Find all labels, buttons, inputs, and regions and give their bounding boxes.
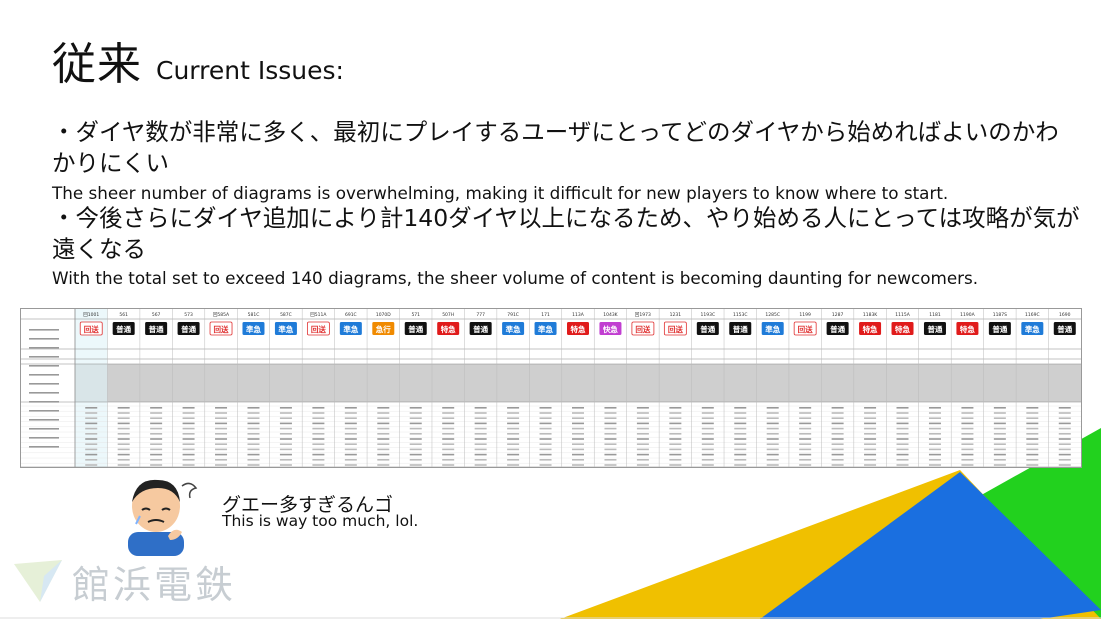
- train-type-label: 普通: [1057, 324, 1073, 334]
- train-number-label: 1183K: [863, 312, 878, 318]
- train-number-label: 691C: [345, 312, 357, 318]
- timetable-grid: 回1001 回送 561 普通 567 普通 573 普通 回585A 回送 581C 準急 587C 準…: [21, 309, 1081, 467]
- train-number-label: 587C: [280, 312, 292, 318]
- train-number-label: 回1001: [83, 312, 99, 318]
- train-number-label: 777: [476, 312, 485, 318]
- train-type-label: 回送: [798, 324, 813, 334]
- train-type-label: 普通: [408, 324, 423, 334]
- slide-title: 従来 Current Issues:: [52, 28, 344, 92]
- train-number-label: 567: [152, 312, 161, 318]
- train-number-label: 1153C: [733, 312, 748, 318]
- train-type-label: 普通: [733, 324, 748, 334]
- train-type-label: 準急: [278, 324, 293, 334]
- train-number-label: 507H: [442, 312, 454, 318]
- train-type-label: 準急: [765, 324, 780, 334]
- train-type-label: 普通: [992, 324, 1007, 334]
- train-number-label: 1285C: [765, 312, 780, 318]
- train-number-label: 回585A: [213, 312, 230, 318]
- train-number-label: 581C: [248, 312, 260, 318]
- train-number-label: 171: [541, 312, 550, 318]
- train-type-label: 特急: [863, 324, 878, 334]
- train-type-label: 普通: [181, 324, 196, 334]
- train-number-label: 1199: [799, 312, 811, 318]
- slide: 従来 Current Issues: ・ダイヤ数が非常に多く、最初にプレイするユ…: [0, 0, 1101, 619]
- bullet-2-en: With the total set to exceed 140 diagram…: [52, 268, 979, 288]
- train-type-label: 普通: [830, 324, 845, 334]
- train-number-label: 573: [184, 312, 193, 318]
- train-type-label: 回送: [84, 324, 99, 334]
- train-number-label: 回511A: [310, 312, 327, 318]
- train-number-label: 571: [411, 312, 420, 318]
- train-number-label: 1187S: [993, 312, 1007, 318]
- train-type-label: 回送: [214, 324, 229, 334]
- confused-character-illustration: [128, 479, 198, 556]
- train-type-label: 特急: [960, 324, 975, 334]
- train-type-label: 普通: [927, 324, 942, 334]
- speech-english: This is way too much, lol.: [222, 512, 419, 530]
- train-number-label: 1115A: [895, 312, 910, 318]
- train-number-label: 1190A: [960, 312, 975, 318]
- train-type-label: 回送: [311, 324, 326, 334]
- train-number-label: 1070D: [376, 312, 391, 318]
- train-type-label: 特急: [441, 324, 456, 334]
- bullet-1-jp: ・ダイヤ数が非常に多く、最初にプレイするユーザにとってどのダイヤから始めればよい…: [52, 118, 1059, 177]
- bullet-2-jp: ・今後さらにダイヤ追加により計140ダイヤ以上になるため、やり始める人にとっては…: [52, 204, 1080, 263]
- train-type-label: 回送: [635, 324, 650, 334]
- train-number-label: 1193C: [701, 312, 716, 318]
- timetable-image: 回1001 回送 561 普通 567 普通 573 普通 回585A 回送 581C 準急 587C 準…: [20, 308, 1082, 468]
- bullet-1-en: The sheer number of diagrams is overwhel…: [52, 183, 949, 203]
- company-logo-text: 館浜電鉄: [72, 563, 237, 607]
- title-japanese: 従来: [52, 39, 142, 90]
- train-type-label: 特急: [571, 324, 586, 334]
- train-type-label: 普通: [700, 324, 715, 334]
- train-number-label: 1169C: [1025, 312, 1040, 318]
- train-type-label: 快急: [603, 324, 618, 334]
- train-number-label: 1181: [929, 312, 941, 318]
- train-number-label: 1231: [670, 312, 682, 318]
- train-type-label: 準急: [538, 324, 553, 334]
- train-type-label: 準急: [1025, 324, 1040, 334]
- train-type-label: 普通: [473, 324, 488, 334]
- train-type-label: 普通: [149, 324, 164, 334]
- train-type-label: 急行: [376, 324, 391, 334]
- train-number-label: 561: [119, 312, 128, 318]
- train-number-label: 1690: [1059, 312, 1071, 318]
- train-type-label: 準急: [343, 324, 358, 334]
- train-type-label: 普通: [116, 324, 131, 334]
- train-type-label: 準急: [246, 324, 261, 334]
- title-english: Current Issues:: [156, 56, 344, 85]
- train-type-label: 回送: [668, 324, 683, 334]
- train-number-label: 1043K: [603, 312, 618, 318]
- train-number-label: 113A: [572, 312, 585, 318]
- train-number-label: 回1973: [635, 312, 651, 318]
- train-type-label: 特急: [895, 324, 910, 334]
- train-number-label: 1287: [832, 312, 844, 318]
- train-number-label: 791C: [507, 312, 519, 318]
- train-type-label: 準急: [506, 324, 521, 334]
- company-logo-icon: [14, 560, 62, 602]
